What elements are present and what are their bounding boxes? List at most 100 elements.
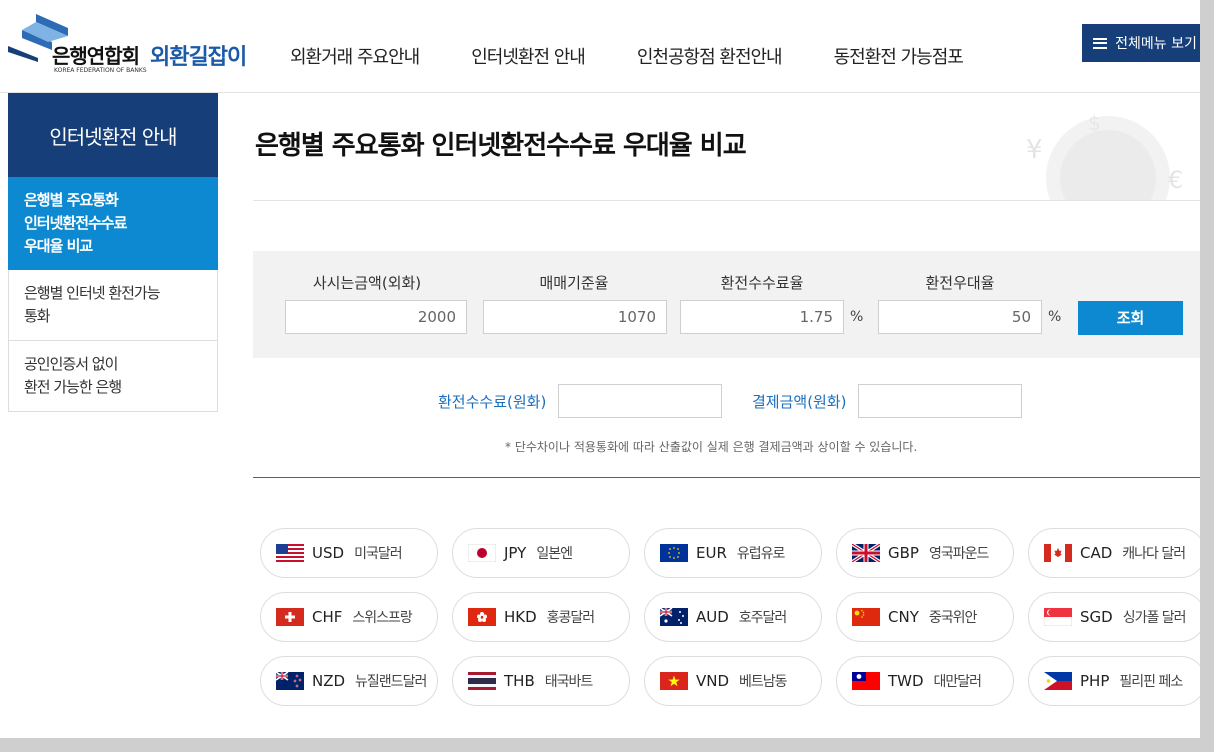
main-nav: 외환거래 주요안내 인터넷환전 안내 인천공항점 환전안내 동전환전 가능점포	[290, 43, 1015, 69]
currency-name: 호주달러	[738, 610, 788, 626]
currency-button-sgd[interactable]: SGD 싱가폴 달러	[1028, 592, 1200, 642]
svg-text:¥: ¥	[1026, 135, 1043, 165]
sidebar-item-label: 은행별 주요통화 인터넷환전수수료 우대율 비교	[24, 191, 127, 255]
newzealand-flag-icon	[276, 672, 304, 690]
base-rate-label: 매매기준율	[539, 274, 609, 292]
currency-code: CAD	[1080, 544, 1113, 562]
search-button[interactable]: 조회	[1078, 301, 1183, 335]
base-rate-input[interactable]: 1070	[483, 300, 667, 334]
currency-code: CNY	[888, 608, 919, 626]
result-payment-label: 결제금액(원화)	[752, 393, 847, 411]
currency-name: 뉴질랜드달러	[355, 674, 427, 690]
currency-code: GBP	[888, 544, 919, 562]
nav-item-internet-exchange[interactable]: 인터넷환전 안내	[471, 43, 586, 69]
singapore-flag-icon	[1044, 608, 1072, 626]
currency-name: 스위스프랑	[352, 610, 412, 626]
sidebar-item-label: 공인인증서 없이 환전 가능한 은행	[24, 355, 122, 396]
title-divider	[253, 200, 1200, 201]
site-logo[interactable]: 은행연합회 KOREA FEDERATION OF BANKS 외환길잡이	[8, 12, 258, 76]
china-flag-icon	[852, 608, 880, 626]
currency-name: 중국위안	[928, 610, 978, 626]
amount-input[interactable]: 2000	[285, 300, 467, 334]
disclaimer-note: * 단수차이나 적용통화에 따라 산출값이 실제 은행 결제금액과 상이할 수 …	[505, 440, 918, 454]
currency-button-thb[interactable]: THB 태국바트	[452, 656, 630, 706]
currency-button-hkd[interactable]: HKD 홍콩달러	[452, 592, 630, 642]
currency-code: AUD	[696, 608, 729, 626]
logo-bank-name: 은행연합회	[52, 44, 140, 68]
sidebar-item-fee-compare[interactable]: 은행별 주요통화 인터넷환전수수료 우대율 비교	[8, 177, 218, 270]
currency-code: VND	[696, 672, 730, 690]
globe-decoration-icon: ¥ € $	[1026, 111, 1183, 200]
canada-flag-icon	[1044, 544, 1072, 562]
usa-flag-icon	[276, 544, 304, 562]
currency-button-jpy[interactable]: JPY 일본엔	[452, 528, 630, 578]
hamburger-icon	[1093, 37, 1108, 49]
currency-name: 캐나다 달러	[1122, 546, 1186, 562]
vietnam-flag-icon	[660, 672, 688, 690]
svg-text:€: €	[1168, 166, 1183, 194]
currency-code: NZD	[312, 672, 346, 690]
swiss-flag-icon	[276, 608, 304, 626]
currency-button-cny[interactable]: CNY 중국위안	[836, 592, 1014, 642]
currency-code: USD	[312, 544, 345, 562]
logo-service-name: 외환길잡이	[150, 45, 247, 70]
philippines-flag-icon	[1044, 672, 1072, 690]
currency-name: 베트남동	[739, 674, 788, 690]
sidebar-item-label: 은행별 인터넷 환전가능 통화	[24, 284, 161, 325]
sidebar-title: 인터넷환전 안내	[8, 93, 218, 177]
page: 은행연합회 KOREA FEDERATION OF BANKS 외환길잡이 외환…	[0, 0, 1200, 738]
preference-rate-input[interactable]: 50	[878, 300, 1042, 334]
fee-rate-label: 환전수수료율	[720, 274, 804, 292]
currency-name: 영국파운드	[928, 546, 989, 562]
amount-label: 사시는금액(외화)	[312, 274, 422, 292]
currency-button-php[interactable]: PHP 필리핀 페소	[1028, 656, 1200, 706]
sidebar-item-no-cert-bank[interactable]: 공인인증서 없이 환전 가능한 은행	[8, 341, 218, 412]
currency-button-twd[interactable]: TWD 대만달러	[836, 656, 1014, 706]
currency-name: 일본엔	[536, 546, 573, 562]
currency-button-vnd[interactable]: VND 베트남동	[644, 656, 822, 706]
preference-rate-label: 환전우대율	[925, 274, 995, 292]
japan-flag-icon	[468, 544, 496, 562]
currency-button-eur[interactable]: EUR 유럽유로	[644, 528, 822, 578]
sidebar: 인터넷환전 안내 은행별 주요통화 인터넷환전수수료 우대율 비교 은행별 인터넷 …	[8, 93, 218, 412]
currency-button-usd[interactable]: USD 미국달러	[260, 528, 438, 578]
currency-name: 태국바트	[544, 674, 594, 690]
currency-button-gbp[interactable]: GBP 영국파운드	[836, 528, 1014, 578]
section-divider	[253, 477, 1200, 478]
fee-calculator: 사시는금액(외화) 2000 매매기준율 1070 환전수수료율 1.75 % …	[253, 251, 1200, 358]
result-fee-field[interactable]	[558, 384, 722, 418]
svg-text:$: $	[1088, 111, 1101, 135]
currency-button-chf[interactable]: CHF 스위스프랑	[260, 592, 438, 642]
currency-name: 싱가폴 달러	[1122, 610, 1187, 626]
result-payment-field[interactable]	[858, 384, 1022, 418]
currency-code: SGD	[1080, 608, 1113, 626]
nav-item-incheon-airport[interactable]: 인천공항점 환전안내	[637, 43, 783, 69]
nav-item-coin-exchange[interactable]: 동전환전 가능점포	[834, 43, 964, 69]
currency-code: CHF	[312, 608, 343, 626]
currency-button-cad[interactable]: CAD 캐나다 달러	[1028, 528, 1200, 578]
nav-item-fx-guide[interactable]: 외환거래 주요안내	[290, 43, 420, 69]
hongkong-flag-icon	[468, 608, 496, 626]
currency-name: 유럽유로	[736, 546, 786, 562]
fee-rate-input[interactable]: 1.75	[680, 300, 844, 334]
currency-button-aud[interactable]: AUD 호주달러	[644, 592, 822, 642]
currency-code: EUR	[696, 544, 727, 562]
logo-english-name: KOREA FEDERATION OF BANKS	[54, 67, 147, 74]
currency-code: HKD	[504, 608, 537, 626]
currency-button-nzd[interactable]: NZD 뉴질랜드달러	[260, 656, 438, 706]
preference-rate-percent: %	[1048, 309, 1062, 325]
eu-flag-icon	[660, 544, 688, 562]
thailand-flag-icon	[468, 672, 496, 690]
currency-code: PHP	[1080, 672, 1110, 690]
taiwan-flag-icon	[852, 672, 880, 690]
page-title: 은행별 주요통화 인터넷환전수수료 우대율 비교	[255, 131, 747, 161]
uk-flag-icon	[852, 544, 880, 562]
currency-code: THB	[504, 672, 535, 690]
currency-name: 필리핀 페소	[1119, 674, 1183, 690]
full-menu-button[interactable]: 전체메뉴 보기	[1082, 24, 1200, 62]
sidebar-item-available-currency[interactable]: 은행별 인터넷 환전가능 통화	[8, 270, 218, 341]
currency-code: TWD	[888, 672, 924, 690]
currency-code: JPY	[504, 544, 527, 562]
full-menu-label: 전체메뉴 보기	[1115, 36, 1197, 52]
australia-flag-icon	[660, 608, 688, 626]
